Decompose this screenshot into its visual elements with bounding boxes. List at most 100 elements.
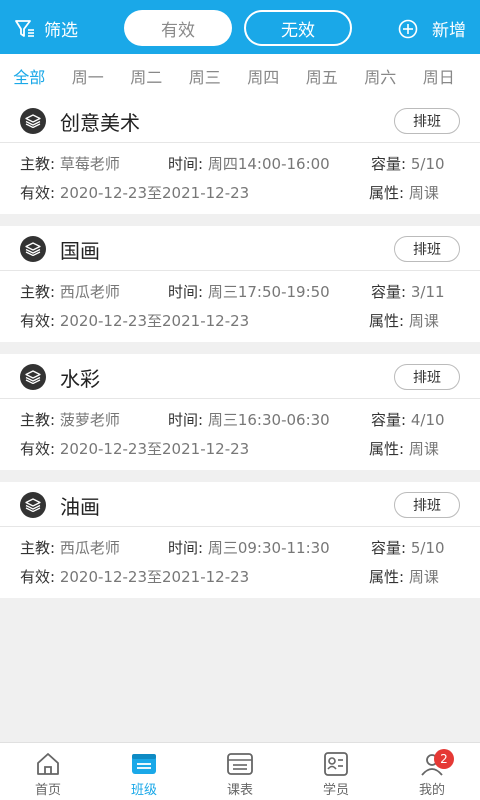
capacity-value: 3/11 — [410, 283, 445, 301]
class-card-header: 创意美术 排班 — [0, 98, 480, 143]
tab-class[interactable]: 班级 — [96, 743, 192, 800]
teacher-label: 主教: — [20, 283, 56, 301]
class-card-header: 油画 排班 — [0, 482, 480, 527]
valid-value: 2020-12-23至2021-12-23 — [59, 312, 250, 330]
valid-label: 有效: — [20, 184, 56, 202]
time-label: 时间: — [168, 411, 204, 429]
class-card-body: 主教: 草莓老师 时间: 周四14:00-16:00 容量: 5/10 有效: … — [0, 143, 480, 214]
time-label: 时间: — [168, 283, 204, 301]
class-card-header: 水彩 排班 — [0, 354, 480, 399]
capacity-field: 容量: 5/10 — [371, 153, 445, 174]
class-card-header: 国画 排班 — [0, 226, 480, 271]
type-field: 属性: 周课 — [369, 566, 439, 587]
students-icon — [324, 752, 348, 776]
home-icon — [37, 753, 59, 775]
capacity-field: 容量: 3/11 — [371, 281, 445, 302]
capacity-value: 5/10 — [410, 155, 445, 173]
tab-valid[interactable]: 有效 — [124, 10, 232, 46]
class-card-body: 主教: 西瓜老师 时间: 周三09:30-11:30 容量: 5/10 有效: … — [0, 527, 480, 598]
time-field: 时间: 周三09:30-11:30 — [168, 537, 330, 558]
capacity-value: 4/10 — [410, 411, 445, 429]
valid-label: 有效: — [20, 440, 56, 458]
time-value: 周四14:00-16:00 — [207, 155, 330, 173]
type-field: 属性: 周课 — [369, 438, 439, 459]
type-label: 属性: — [369, 184, 405, 202]
day-tab-wed[interactable]: 周三 — [176, 64, 235, 88]
layers-icon — [20, 236, 46, 262]
class-card-body: 主教: 菠萝老师 时间: 周三16:30-06:30 容量: 4/10 有效: … — [0, 399, 480, 470]
type-field: 属性: 周课 — [369, 310, 439, 331]
valid-field: 有效: 2020-12-23至2021-12-23 — [20, 438, 249, 459]
schedule-button[interactable]: 排班 — [394, 492, 460, 518]
class-name: 水彩 — [60, 367, 100, 391]
time-field: 时间: 周三17:50-19:50 — [168, 281, 330, 302]
type-label: 属性: — [369, 568, 405, 586]
schedule-button[interactable]: 排班 — [394, 236, 460, 262]
layers-icon — [20, 364, 46, 390]
day-tab-thu[interactable]: 周四 — [234, 64, 293, 88]
teacher-field: 主教: 西瓜老师 — [20, 537, 120, 558]
class-name: 国画 — [60, 239, 100, 263]
teacher-value: 草莓老师 — [59, 155, 120, 173]
teacher-field: 主教: 西瓜老师 — [20, 281, 120, 302]
time-field: 时间: 周四14:00-16:00 — [168, 153, 330, 174]
valid-value: 2020-12-23至2021-12-23 — [59, 440, 250, 458]
time-value: 周三17:50-19:50 — [207, 283, 330, 301]
tab-invalid[interactable]: 无效 — [244, 10, 352, 46]
layers-icon — [20, 492, 46, 518]
type-value: 周课 — [408, 184, 439, 202]
tab-home-label: 首页 — [34, 783, 61, 798]
teacher-value: 菠萝老师 — [59, 411, 120, 429]
time-value: 周三16:30-06:30 — [207, 411, 330, 429]
class-card[interactable]: 创意美术 排班 主教: 草莓老师 时间: 周四14:00-16:00 容量: 5… — [0, 98, 480, 214]
type-value: 周课 — [408, 312, 439, 330]
teacher-field: 主教: 草莓老师 — [20, 153, 120, 174]
tab-schedule-label: 课表 — [226, 783, 253, 798]
teacher-label: 主教: — [20, 155, 56, 173]
capacity-field: 容量: 4/10 — [371, 409, 445, 430]
class-list: 创意美术 排班 主教: 草莓老师 时间: 周四14:00-16:00 容量: 5… — [0, 98, 480, 598]
day-tab-tue[interactable]: 周二 — [117, 64, 176, 88]
tab-mine-label: 我的 — [418, 783, 445, 798]
plus-circle-icon — [398, 19, 418, 38]
layers-icon — [20, 108, 46, 134]
time-label: 时间: — [168, 539, 204, 557]
day-tab-all[interactable]: 全部 — [0, 64, 59, 88]
teacher-value: 西瓜老师 — [59, 539, 120, 557]
schedule-button[interactable]: 排班 — [394, 108, 460, 134]
schedule-icon — [227, 753, 253, 775]
capacity-label: 容量: — [371, 539, 407, 557]
class-card[interactable]: 油画 排班 主教: 西瓜老师 时间: 周三09:30-11:30 容量: 5/1… — [0, 482, 480, 598]
tab-students[interactable]: 学员 — [288, 743, 384, 800]
tab-home[interactable]: 首页 — [0, 743, 96, 800]
time-value: 周三09:30-11:30 — [207, 539, 330, 557]
header-bar: 筛选 有效 无效 新增 — [0, 0, 480, 54]
teacher-value: 西瓜老师 — [59, 283, 120, 301]
class-card[interactable]: 国画 排班 主教: 西瓜老师 时间: 周三17:50-19:50 容量: 3/1… — [0, 226, 480, 342]
capacity-label: 容量: — [371, 411, 407, 429]
filter-button[interactable]: 筛选 — [14, 16, 78, 41]
day-tab-mon[interactable]: 周一 — [59, 64, 118, 88]
time-field: 时间: 周三16:30-06:30 — [168, 409, 330, 430]
capacity-field: 容量: 5/10 — [371, 537, 445, 558]
add-button[interactable]: 新增 — [398, 16, 466, 41]
day-tab-fri[interactable]: 周五 — [293, 64, 352, 88]
capacity-value: 5/10 — [410, 539, 445, 557]
teacher-field: 主教: 菠萝老师 — [20, 409, 120, 430]
class-name: 油画 — [60, 495, 100, 519]
capacity-label: 容量: — [371, 283, 407, 301]
add-label: 新增 — [432, 21, 466, 41]
day-tab-sat[interactable]: 周六 — [351, 64, 410, 88]
class-card[interactable]: 水彩 排班 主教: 菠萝老师 时间: 周三16:30-06:30 容量: 4/1… — [0, 354, 480, 470]
valid-field: 有效: 2020-12-23至2021-12-23 — [20, 310, 249, 331]
valid-field: 有效: 2020-12-23至2021-12-23 — [20, 182, 249, 203]
day-filter-bar: 全部 周一 周二 周三 周四 周五 周六 周日 — [0, 54, 480, 98]
valid-field: 有效: 2020-12-23至2021-12-23 — [20, 566, 249, 587]
schedule-button[interactable]: 排班 — [394, 364, 460, 390]
tab-schedule[interactable]: 课表 — [192, 743, 288, 800]
type-value: 周课 — [408, 568, 439, 586]
type-value: 周课 — [408, 440, 439, 458]
tab-mine[interactable]: 我的 2 — [384, 743, 480, 800]
day-tab-sun[interactable]: 周日 — [410, 64, 469, 88]
teacher-label: 主教: — [20, 539, 56, 557]
